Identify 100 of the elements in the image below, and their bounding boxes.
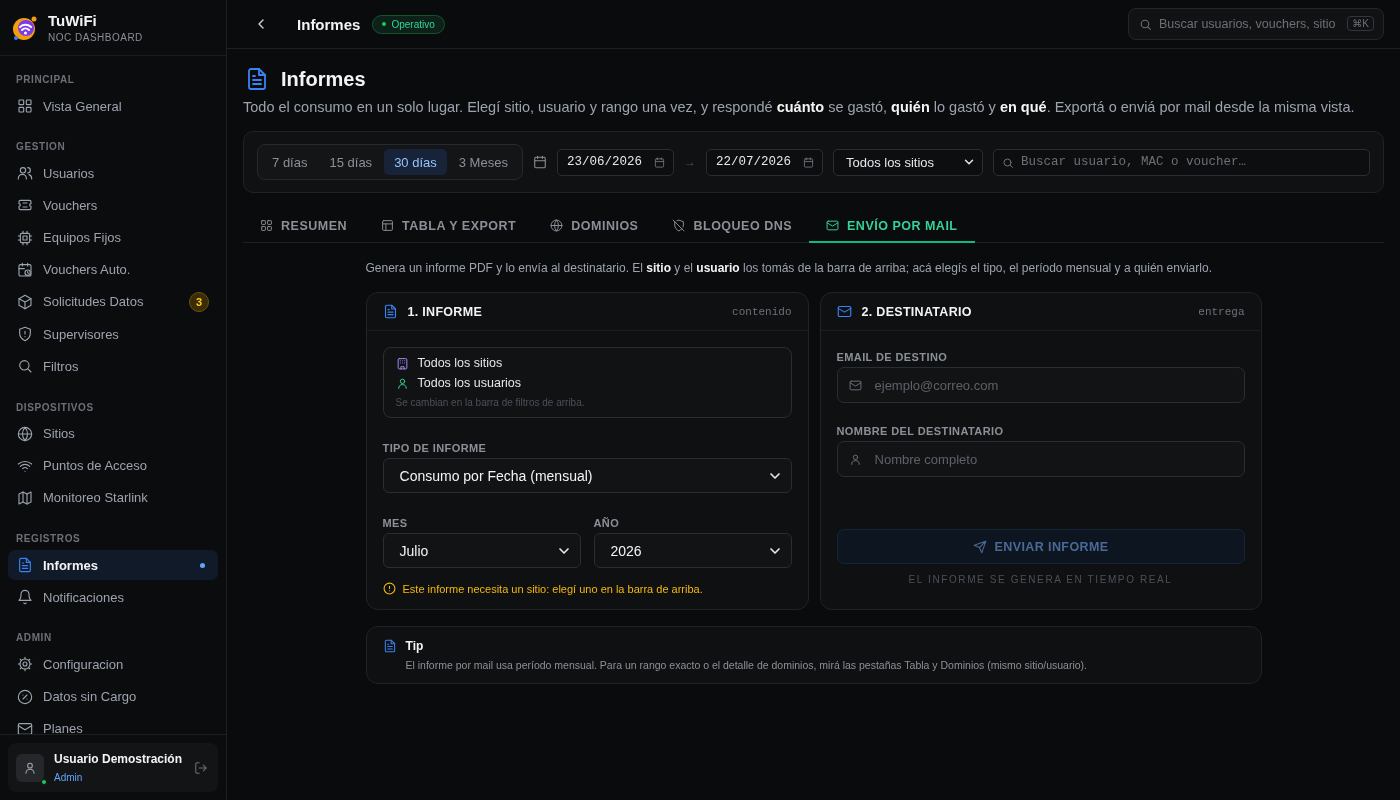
calendar-clock-icon [17,261,33,278]
grid-icon [260,219,274,232]
nav-item[interactable]: Sitios [8,418,219,449]
globe-icon [17,425,33,442]
document-icon [382,304,398,319]
scope-hint: Se cambian en la barra de filtros de arriba. [395,397,586,408]
field-label: EMAIL DE DESTINO [836,351,949,363]
date-field[interactable]: 22/07/2026 [705,148,823,176]
logout-icon [194,760,209,775]
mail-icon [826,219,840,232]
map-icon [17,489,33,506]
range-option[interactable]: 15 días [319,149,383,175]
user-role: Admin [54,772,84,783]
status-badge: Operativo [372,14,445,34]
nav-item[interactable]: Vouchers [8,190,219,221]
search-field[interactable]: Buscar usuario, MAC o voucher… [992,148,1370,176]
calendar-icon [532,155,547,169]
card-tag: contenido [732,305,792,318]
calendar-icon [802,156,814,168]
logo-icon [12,14,38,41]
tip-text: El informe por mail usa período mensual. Para un rango exacto o el detalle de dominios, mirá las pestañas Tabla y Dominios (mismo sitio/usuario). [405,659,1087,671]
month-dropdown[interactable]: Julio [382,533,581,568]
scope-site: Todos los sitios [417,356,503,370]
search-icon [1001,156,1014,169]
mail-icon [836,304,852,319]
calendar-icon [653,156,665,168]
document-icon [17,557,33,574]
nav-item[interactable]: Planes [8,713,219,734]
active-dot [200,562,206,568]
nav-item[interactable]: Monitoreo Starlink [8,482,219,513]
shield-off-icon [672,219,686,232]
card-title: 1. INFORME [407,304,484,319]
globe-icon [550,219,564,232]
bell-icon [17,589,33,606]
table-icon [381,219,395,232]
shield-icon [17,326,33,343]
tab[interactable]: ENVÍO POR MAIL [809,210,975,243]
section-label: REGISTROS [15,532,82,547]
section-label: PRINCIPAL [15,73,76,87]
range-option[interactable]: 7 días [262,149,318,175]
percent-icon [17,688,33,705]
email-field[interactable]: ejemplo@correo.com [836,367,1245,403]
nav-item[interactable]: Filtros [8,351,219,382]
section-label: GESTION [15,140,67,155]
nav-item[interactable]: Solicitudes Datos 3 [8,286,219,317]
intro-text: Genera un informe PDF y lo envía al destinatario. El sitio y el usuario los tomás de la barra de arriba; acá elegís el tipo, el período mensual y a quién enviarlo. [365,261,1213,275]
page-title: Informes [297,15,361,33]
range-option[interactable]: 30 días [384,149,447,175]
nav-item[interactable]: Vista General [8,91,219,121]
tip-title: Tip [405,639,425,653]
user-icon [23,760,37,775]
users-icon [17,165,33,182]
field-label: NOMBRE DEL DESTINATARIO [836,425,1005,437]
search-icon [17,358,33,375]
gear-icon [17,656,33,673]
count-badge: 3 [189,291,210,312]
name-field[interactable]: Nombre completo [836,441,1245,477]
range-separator: → [683,155,696,169]
chip-icon [17,229,33,246]
brand-name: TuWiFi [48,12,98,29]
page-description: Todo el consumo en un solo lugar. Elegí sitio, usuario y rango una vez, y respondé cuánto se gastó, quién lo gastó y en qué. Exportá o enviá por mail desde la misma vista. [243,99,1356,115]
nav-item[interactable]: Datos sin Cargo [8,681,219,712]
send-icon [972,539,987,554]
tab[interactable]: TABLA Y EXPORT [364,210,534,243]
page-heading: Informes [281,67,366,91]
footnote: EL INFORME SE GENERA EN TIEMPO REAL [907,574,1174,585]
mail-icon [848,379,862,392]
tab[interactable]: DOMINIOS [533,210,656,243]
scope-user: Todos los usuarios [417,376,522,390]
nav-item[interactable]: Supervisores [8,319,219,350]
document-icon [382,639,397,653]
package-icon [17,293,33,310]
nav-item[interactable]: Informes [8,550,219,581]
grid-icon [17,98,33,114]
nav-item[interactable]: Puntos de Acceso [8,450,219,481]
warning-text: Este informe necesita un sitio: elegí uno en la barra de arriba. [402,582,703,595]
report-type-dropdown[interactable]: Consumo por Fecha (mensual) [382,458,792,493]
card-title: 2. DESTINATARIO [861,304,973,319]
range-option[interactable]: 3 Meses [448,149,518,175]
field-label: TIPO DE INFORME [382,442,488,454]
user-icon [395,376,409,390]
nav-item[interactable]: Equipos Fijos [8,222,219,253]
date-field[interactable]: 23/06/2026 [556,148,674,176]
tab[interactable]: RESUMEN [243,210,365,243]
section-label: ADMIN [15,631,53,646]
alert-icon [382,582,396,595]
card-tag: entrega [1198,305,1245,318]
brand-subtitle: NOC DASHBOARD [48,32,143,43]
section-label: DISPOSITIVOS [15,400,95,415]
nav-item[interactable]: Vouchers Auto. [8,254,219,285]
nav-item[interactable]: Configuracion [8,649,219,680]
site-dropdown[interactable]: Todos los sitios [832,148,983,176]
nav-item[interactable]: Usuarios [8,158,219,189]
year-dropdown[interactable]: 2026 [593,533,792,568]
search-icon [1139,18,1152,31]
field-label: AÑO [593,517,621,529]
field-label: MES [382,517,409,529]
nav-item[interactable]: Notificaciones [8,582,219,613]
mail-icon [17,720,33,734]
tab[interactable]: BLOQUEO DNS [655,210,810,243]
